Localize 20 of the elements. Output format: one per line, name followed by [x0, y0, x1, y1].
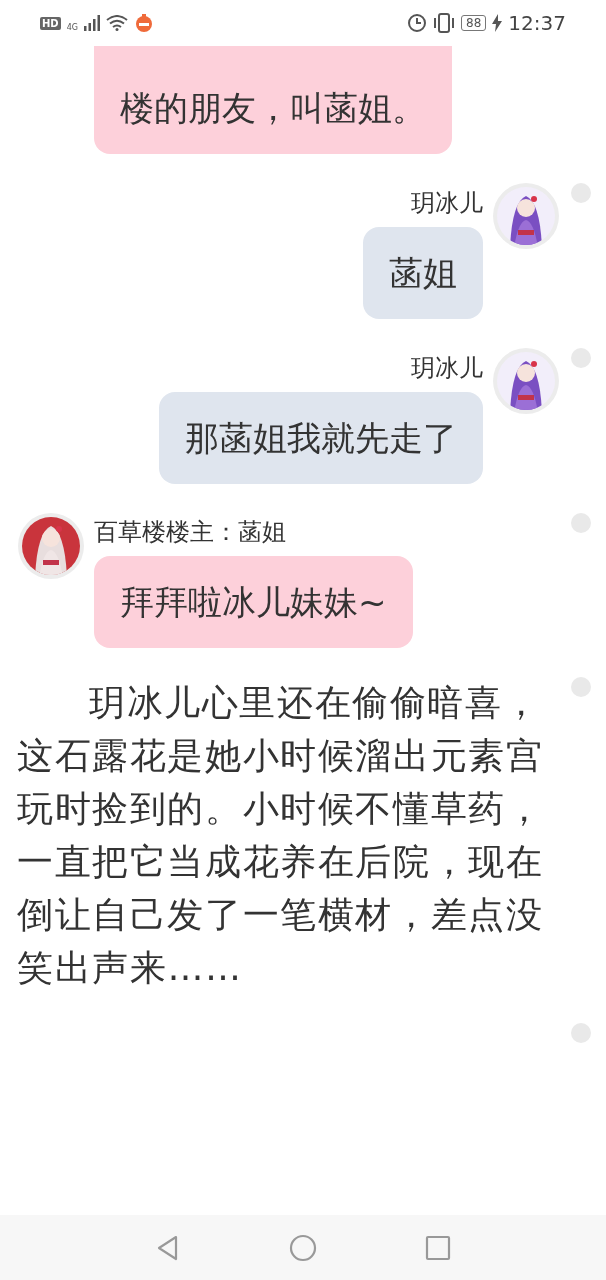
- sender-name: 百草楼楼主：菡姐: [94, 518, 286, 546]
- sender-name: 玥冰儿: [411, 189, 483, 217]
- charging-icon: [492, 14, 503, 32]
- hd-icon: HD: [40, 16, 61, 30]
- message-bubble: 楼的朋友，叫菡姐。: [94, 46, 452, 154]
- signal-icon: [83, 15, 100, 31]
- vibrate-icon: [433, 13, 456, 33]
- message-bubble: 拜拜啦冰儿妹妹~: [94, 556, 413, 648]
- story-paragraph: 玥冰儿心里还在偷偷暗喜，这石露花是她小时候溜出元素宫玩时捡到的。小时候不懂草药，一直把它当成花养在后院，现在倒让自己发了一笔横材，差点没笑出声来……: [16, 681, 545, 990]
- message-bubble: 菡姐: [363, 227, 483, 319]
- wifi-icon: [105, 15, 128, 31]
- message-bubble: 那菡姐我就先走了: [159, 392, 483, 484]
- clock-icon: [407, 13, 428, 33]
- network-type: 4G: [66, 23, 78, 32]
- recents-icon[interactable]: [424, 1233, 453, 1262]
- sender-name: 玥冰儿: [411, 354, 483, 382]
- home-icon[interactable]: [289, 1233, 317, 1262]
- clock-time: 12:37: [508, 11, 566, 35]
- battery-level: 88: [461, 15, 487, 31]
- app-icon: [133, 13, 154, 33]
